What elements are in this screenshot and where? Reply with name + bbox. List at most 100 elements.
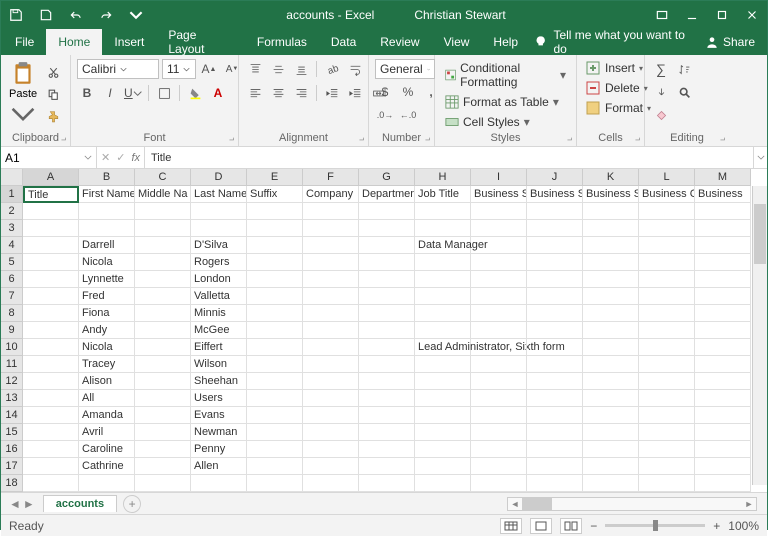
cell[interactable] (583, 220, 639, 237)
cell[interactable] (415, 407, 471, 424)
cell[interactable] (135, 458, 191, 475)
align-left-icon[interactable] (245, 83, 265, 103)
row-header[interactable]: 7 (1, 288, 23, 305)
name-box[interactable]: A1 (1, 147, 97, 168)
autosum-icon[interactable]: ∑ (651, 59, 671, 79)
cell[interactable] (359, 288, 415, 305)
cell[interactable] (23, 322, 79, 339)
cell[interactable] (639, 220, 695, 237)
cell[interactable] (303, 407, 359, 424)
format-painter-icon[interactable] (43, 106, 63, 126)
cell[interactable] (695, 220, 751, 237)
cell[interactable] (415, 390, 471, 407)
tell-me[interactable]: Tell me what you want to do (534, 28, 695, 56)
cell[interactable] (247, 475, 303, 492)
col-header[interactable]: I (471, 169, 527, 186)
cell[interactable]: Valletta (191, 288, 247, 305)
row-header[interactable]: 12 (1, 373, 23, 390)
cell[interactable] (695, 458, 751, 475)
row-header[interactable]: 16 (1, 441, 23, 458)
cell[interactable]: Sheehan (191, 373, 247, 390)
percent-icon[interactable]: % (398, 82, 418, 102)
cell[interactable]: Suffix (247, 186, 303, 203)
enter-formula-icon[interactable]: ✓ (116, 151, 125, 164)
cell[interactable] (79, 203, 135, 220)
col-header[interactable]: K (583, 169, 639, 186)
insert-cells-button[interactable]: Insert▾ (583, 59, 645, 77)
cell[interactable] (639, 305, 695, 322)
cell[interactable]: Lynnette (79, 271, 135, 288)
cell[interactable] (639, 424, 695, 441)
cell[interactable] (471, 305, 527, 322)
cell[interactable]: Allen (191, 458, 247, 475)
cell[interactable] (471, 356, 527, 373)
font-name-combo[interactable]: Calibri (77, 59, 159, 79)
clear-icon[interactable] (651, 105, 671, 125)
tab-help[interactable]: Help (481, 29, 530, 55)
cell[interactable] (135, 322, 191, 339)
col-header[interactable]: A (23, 169, 79, 186)
sheet-tab-accounts[interactable]: accounts (43, 495, 117, 512)
cell[interactable] (359, 220, 415, 237)
font-color-icon[interactable]: A (208, 83, 228, 103)
cell[interactable] (247, 458, 303, 475)
cell[interactable] (23, 220, 79, 237)
cell[interactable] (23, 441, 79, 458)
cell[interactable] (415, 441, 471, 458)
cell[interactable] (247, 288, 303, 305)
sort-filter-icon[interactable] (674, 59, 694, 79)
cell[interactable] (583, 288, 639, 305)
cell[interactable] (695, 288, 751, 305)
cell[interactable]: McGee (191, 322, 247, 339)
cell[interactable] (583, 271, 639, 288)
cell[interactable] (135, 424, 191, 441)
cell[interactable] (247, 356, 303, 373)
cell[interactable] (247, 237, 303, 254)
cell[interactable]: Company (303, 186, 359, 203)
row-header[interactable]: 11 (1, 356, 23, 373)
cell[interactable] (583, 237, 639, 254)
cell[interactable] (23, 271, 79, 288)
cell[interactable] (471, 254, 527, 271)
cell[interactable] (359, 373, 415, 390)
cell[interactable] (415, 220, 471, 237)
cell[interactable] (639, 441, 695, 458)
cell[interactable] (135, 390, 191, 407)
cell[interactable] (23, 305, 79, 322)
cell[interactable] (135, 220, 191, 237)
page-break-view-icon[interactable] (560, 518, 582, 534)
cell[interactable]: Tracey (79, 356, 135, 373)
vertical-scrollbar[interactable] (752, 186, 767, 485)
cell[interactable] (303, 424, 359, 441)
cell[interactable] (527, 356, 583, 373)
increase-font-icon[interactable]: A▲ (199, 59, 219, 79)
cell[interactable] (359, 203, 415, 220)
cell[interactable] (583, 441, 639, 458)
row-header[interactable]: 14 (1, 407, 23, 424)
cell[interactable] (415, 305, 471, 322)
cell[interactable] (359, 475, 415, 492)
col-header[interactable]: B (79, 169, 135, 186)
align-right-icon[interactable] (291, 83, 311, 103)
increase-decimal-icon[interactable]: .0→ (375, 105, 395, 125)
row-header[interactable]: 4 (1, 237, 23, 254)
cell[interactable] (639, 458, 695, 475)
cut-icon[interactable] (43, 62, 63, 82)
cell[interactable] (527, 288, 583, 305)
cell[interactable] (415, 254, 471, 271)
cell[interactable] (583, 322, 639, 339)
cell[interactable] (191, 475, 247, 492)
cell[interactable] (23, 475, 79, 492)
cell[interactable] (303, 288, 359, 305)
cell[interactable] (527, 322, 583, 339)
cell[interactable] (415, 475, 471, 492)
cell[interactable] (23, 458, 79, 475)
cell[interactable]: Departmen (359, 186, 415, 203)
paste-button[interactable]: Paste (7, 59, 39, 129)
cell[interactable] (247, 339, 303, 356)
cell[interactable] (471, 339, 527, 356)
cell[interactable] (583, 356, 639, 373)
tab-page-layout[interactable]: Page Layout (156, 29, 245, 55)
cell[interactable] (415, 424, 471, 441)
decrease-decimal-icon[interactable]: ←.0 (398, 105, 418, 125)
